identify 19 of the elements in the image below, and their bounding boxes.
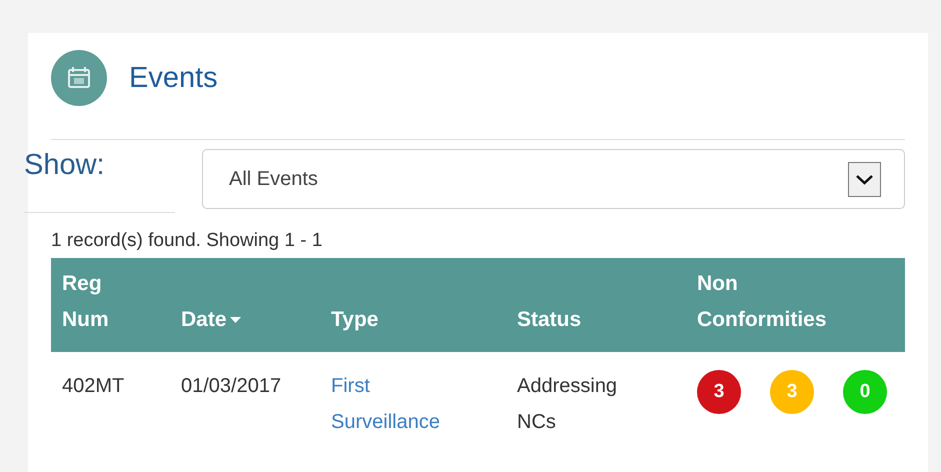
count-badge: 3: [770, 370, 814, 414]
filter-select[interactable]: All Events: [202, 149, 905, 209]
table-cell-text: Addressing NCs: [517, 374, 618, 435]
table-cell-text: 01/03/2017: [181, 374, 282, 399]
count-badge: 0: [843, 370, 887, 414]
column-header[interactable]: Date: [181, 302, 227, 338]
table-cell-text: 402MT: [62, 374, 124, 399]
count-badge: 3: [697, 370, 741, 414]
column-header[interactable]: Non Conformities: [697, 266, 827, 338]
calendar-icon: [51, 50, 107, 106]
column-header[interactable]: Reg Num: [62, 266, 109, 338]
dropdown-icon: [848, 162, 881, 196]
sort-caret-icon: [230, 317, 241, 323]
column-header[interactable]: Type: [331, 302, 378, 338]
record-count: 1 record(s) found. Showing 1 - 1: [51, 231, 322, 250]
panel-title: Events: [129, 64, 218, 92]
type-link[interactable]: First Surveillance: [331, 368, 440, 440]
column-header[interactable]: Status: [517, 302, 582, 338]
filter-label: Show:: [24, 151, 106, 180]
